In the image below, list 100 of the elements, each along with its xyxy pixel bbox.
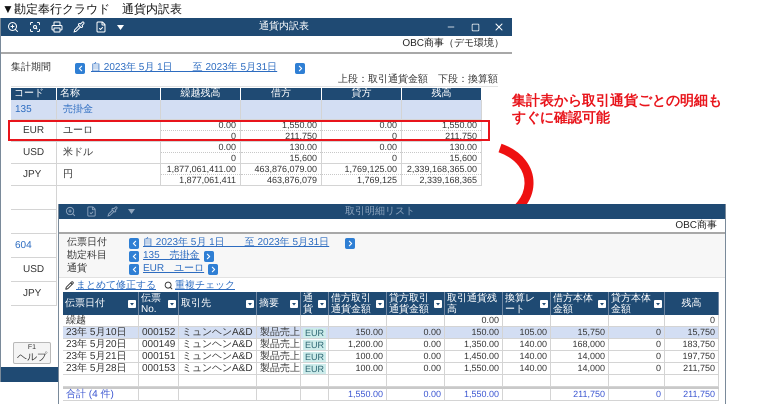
table-row[interactable]: 23年 5月20日 000149 ミュンヘンA&D 製品売上 EUR 1,200.00 0.00 1,350.00 140.00 168,000 0 183,750: [63, 339, 719, 351]
table-row[interactable]: 135 売掛金: [11, 100, 482, 120]
column-header[interactable]: 取引通貨残高: [445, 292, 503, 315]
column-header[interactable]: 通貨: [301, 292, 329, 315]
column-header[interactable]: 摘要: [257, 292, 301, 315]
dropdown-icon[interactable]: [318, 300, 326, 308]
column-header[interactable]: 伝票No.: [139, 292, 179, 315]
table-cell: 1,200.00: [329, 339, 387, 350]
column-header: コード: [11, 88, 57, 100]
table-cell: 製品売上: [257, 339, 301, 350]
filter-link[interactable]: 135 売掛金: [143, 250, 200, 262]
table-cell-text: 0: [390, 131, 398, 141]
table-cell: 0.00: [161, 142, 240, 153]
currency-tag: EUR: [302, 340, 326, 350]
next-button[interactable]: [204, 250, 214, 262]
table-row[interactable]: JPY: [11, 282, 57, 306]
table-cell: 0: [609, 389, 665, 400]
dropdown-icon[interactable]: [128, 300, 136, 308]
column-header[interactable]: 残高: [665, 292, 719, 315]
table-row[interactable]: 合計 (4 件) 1,550.00 0.00 1,550.00 211,750 0 211,750: [63, 387, 719, 401]
table-cell: 製品売上: [257, 363, 301, 374]
currency-tag: EUR: [302, 352, 326, 362]
table-row[interactable]: 604: [11, 234, 57, 258]
previous-button[interactable]: [129, 250, 139, 262]
next-button[interactable]: [208, 264, 218, 274]
window-title: 通貨内訳表: [258, 21, 310, 33]
caret-icon[interactable]: [117, 24, 124, 30]
table-row[interactable]: USD: [11, 258, 57, 282]
filter-link[interactable]: EUR ユーロ: [143, 263, 204, 275]
period-link[interactable]: 自 2023年 5月 1日 至 2023年 5月31日: [91, 62, 278, 74]
table-cell: 14,000: [551, 363, 609, 374]
bulk-edit-link[interactable]: まとめて修正する: [65, 280, 156, 292]
search-icon[interactable]: [29, 21, 41, 33]
table-cell: 23年 5月21日: [63, 351, 139, 362]
table-row[interactable]: JPY 円 1,877,061,411.00 1,877,061,411 463,876,079.00 463,876,079 1,769,125.00 1,769,125 2,339,168,365.00 2,339,168,365: [11, 164, 482, 186]
table-cell: 23年 5月28日: [63, 363, 139, 374]
previous-button[interactable]: [129, 238, 139, 248]
printer-icon[interactable]: [51, 21, 63, 33]
callout-text: 集計表から取引通貨ごとの明細も: [512, 92, 722, 109]
table-cell: 140.00: [503, 351, 551, 362]
table-cell: USD: [11, 142, 57, 163]
table-cell: 0.00: [387, 327, 445, 338]
column-header[interactable]: 貸方取引通貨金額: [387, 292, 445, 315]
table-cell: 140.00: [503, 339, 551, 350]
table-cell: 168,000: [551, 339, 609, 350]
dropdown-icon[interactable]: [246, 300, 254, 308]
duplicate-check-link[interactable]: 重複チェック: [164, 280, 235, 292]
zoom-in-icon[interactable]: [7, 21, 19, 33]
table-cell: 0.00: [387, 351, 445, 362]
column-header[interactable]: 取引先: [179, 292, 257, 315]
dropdown-icon[interactable]: [434, 300, 442, 308]
field-label: 通貨: [67, 263, 88, 275]
table-cell: 000149: [139, 339, 179, 350]
table-cell: 米ドル: [57, 142, 161, 163]
column-header[interactable]: 貸方本体金額: [609, 292, 665, 315]
dropdown-icon[interactable]: [168, 300, 176, 308]
table-row[interactable]: 23年 5月21日 000151 ミュンヘンA&D 製品売上 EUR 100.00 0.00 1,450.00 140.00 14,000 0 197,750: [63, 351, 719, 363]
table-cell: 円: [57, 164, 161, 185]
dropdown-icon[interactable]: [290, 300, 298, 308]
column-header[interactable]: 借方取引通貨金額: [329, 292, 387, 315]
next-button[interactable]: [295, 62, 306, 74]
table-cell-text: 0: [390, 153, 398, 163]
table-row[interactable]: USD 米ドル 0.00 0 130.00 15,600 0.00 0 130.00 15,600: [11, 142, 482, 164]
table-cell: 1,550.00: [445, 363, 503, 374]
table-cell: 0: [665, 315, 719, 326]
table-row[interactable]: 23年 5月28日 000153 ミュンヘンA&D 製品売上 EUR 100.00 0.00 1,550.00 140.00 14,000 0 211,750: [63, 363, 719, 375]
table-cell: 2,339,168,365.00: [402, 164, 481, 175]
filter-link[interactable]: 自 2023年 5月 1日 至 2023年 5月31日: [143, 237, 330, 249]
table-cell: 140.00: [503, 363, 551, 374]
table-cell: EUR: [11, 120, 57, 141]
table-cell: 1,769,125.00: [322, 164, 401, 175]
table-cell-text: 1,769,125: [356, 175, 398, 185]
dropdown-icon[interactable]: [540, 300, 548, 308]
table-cell: 130.00: [241, 142, 321, 153]
table-cell: 0: [609, 351, 665, 362]
table-row[interactable]: 繰越 0.00 0: [63, 315, 719, 327]
column-header: 貸方: [322, 88, 402, 100]
table-row[interactable]: 23年 5月10日 000152 ミュンヘンA&D 製品売上 EUR 150.00 0.00 150.00 105.00 15,750 0 15,750: [63, 327, 719, 339]
dropdown-icon[interactable]: [654, 300, 662, 308]
table-cell-text: 15,600: [288, 153, 318, 163]
table-cell-text: 0: [230, 131, 237, 141]
table-cell: 0.00: [387, 389, 445, 400]
table-cell-text: 0: [230, 153, 237, 163]
column-header[interactable]: 伝票日付: [63, 292, 139, 315]
column-header[interactable]: 換算レート: [503, 292, 551, 315]
table-cell: 1,877,061,411.00: [161, 164, 240, 175]
table-cell: 135: [11, 100, 57, 119]
table-cell: 合計 (4 件): [63, 389, 139, 400]
dropdown-icon[interactable]: [598, 300, 606, 308]
field-label: 伝票日付: [67, 237, 108, 249]
legend-text: 上段：取引通貨金額 下段：換算額: [338, 74, 498, 85]
column-header[interactable]: 借方本体金額: [551, 292, 609, 315]
previous-button[interactable]: [75, 62, 85, 74]
next-button[interactable]: [345, 238, 356, 248]
table-cell: 1,550.00: [329, 389, 387, 400]
dropdown-icon[interactable]: [376, 300, 384, 308]
page-caption: ▼勘定奉行クラウド 通貨内訳表: [2, 1, 182, 17]
table-cell: 15,750: [551, 327, 609, 338]
tool-icon[interactable]: [73, 21, 85, 33]
previous-button[interactable]: [129, 264, 139, 274]
